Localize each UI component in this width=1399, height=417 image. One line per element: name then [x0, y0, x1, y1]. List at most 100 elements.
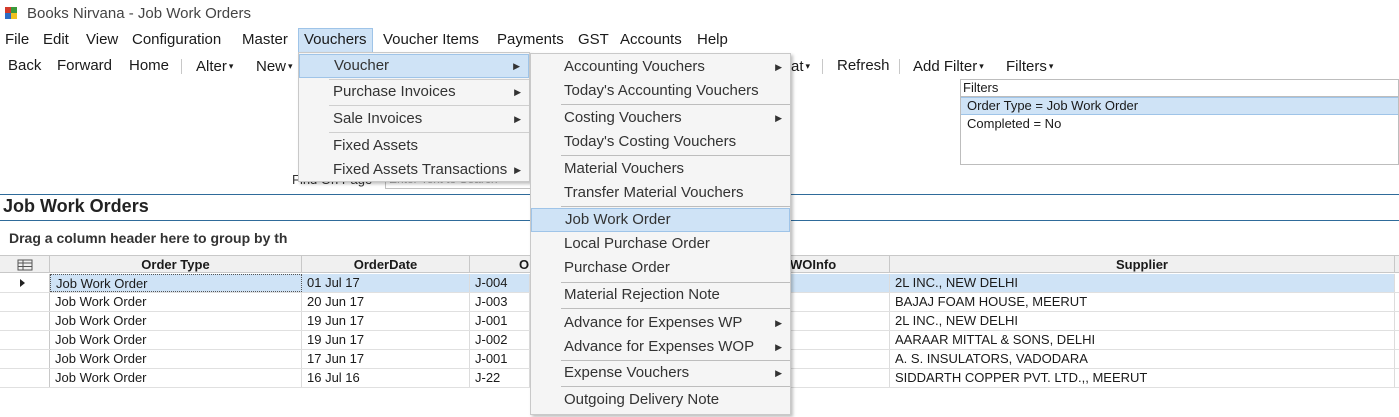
cell-order-type[interactable]: Job Work Order: [50, 293, 302, 311]
menu-item-fixed-assets-transactions[interactable]: Fixed Assets Transactions ▶: [299, 158, 529, 182]
cell-order-no[interactable]: J-22: [470, 369, 530, 387]
cell-order-type[interactable]: Job Work Order: [50, 350, 302, 368]
menu-divider: [329, 132, 529, 133]
group-by-hint[interactable]: Drag a column header here to group by th: [9, 230, 287, 246]
menu-master[interactable]: Master: [237, 28, 293, 52]
cell-wo-info[interactable]: [791, 274, 890, 292]
cell-order-no[interactable]: J-001: [470, 350, 530, 368]
menu-gst[interactable]: GST: [573, 28, 614, 52]
row-indicator: [0, 331, 50, 349]
filters-button[interactable]: Filters ▾: [1006, 54, 1053, 78]
app-logo-icon: [4, 6, 18, 20]
cell-order-date[interactable]: 01 Jul 17: [302, 274, 470, 292]
menu-item-todays-accounting-vouchers[interactable]: Today's Accounting Vouchers: [531, 79, 790, 103]
cell-supplier[interactable]: AARAAR MITTAL & SONS, DELHI: [890, 331, 1395, 349]
menu-help[interactable]: Help: [692, 28, 733, 52]
menu-item-transfer-material-vouchers[interactable]: Transfer Material Vouchers: [531, 181, 790, 205]
cell-order-date[interactable]: 17 Jun 17: [302, 350, 470, 368]
add-filter-button[interactable]: Add Filter ▾: [913, 54, 984, 78]
forward-button[interactable]: Forward: [57, 54, 112, 78]
toolbar-divider: [181, 59, 182, 74]
menu-edit[interactable]: Edit: [38, 28, 74, 52]
home-button[interactable]: Home: [129, 54, 169, 78]
menu-item-label: Accounting Vouchers: [564, 58, 705, 75]
filter-item[interactable]: Completed = No: [961, 115, 1398, 133]
menu-file[interactable]: File: [0, 28, 34, 52]
menu-item-local-purchase-order[interactable]: Local Purchase Order: [531, 232, 790, 256]
menu-item-accounting-vouchers[interactable]: Accounting Vouchers ▶: [531, 55, 790, 79]
cell-order-no[interactable]: J-001: [470, 312, 530, 330]
cell-supplier[interactable]: A. S. INSULATORS, VADODARA: [890, 350, 1395, 368]
menu-item-purchase-order[interactable]: Purchase Order: [531, 256, 790, 280]
cell-wo-info[interactable]: [791, 312, 890, 330]
back-button[interactable]: Back: [8, 54, 41, 78]
window-title: Books Nirvana - Job Work Orders: [27, 4, 251, 22]
menu-divider: [561, 206, 790, 207]
cell-order-type[interactable]: Job Work Order: [50, 369, 302, 387]
cell-order-type[interactable]: Job Work Order: [50, 274, 302, 292]
menu-item-material-vouchers[interactable]: Material Vouchers: [531, 157, 790, 181]
menu-item-todays-costing-vouchers[interactable]: Today's Costing Vouchers: [531, 130, 790, 154]
filters-list: Order Type = Job Work Order Completed = …: [960, 97, 1399, 165]
menu-item-label: Voucher: [334, 57, 390, 74]
menu-configuration[interactable]: Configuration: [127, 28, 226, 52]
cell-order-date[interactable]: 19 Jun 17: [302, 331, 470, 349]
format-button[interactable]: at ▾: [791, 54, 810, 78]
column-header-order-date[interactable]: OrderDate: [302, 256, 470, 273]
cell-order-no[interactable]: J-004: [470, 274, 530, 292]
cell-order-type[interactable]: Job Work Order: [50, 331, 302, 349]
cell-order-type[interactable]: Job Work Order: [50, 312, 302, 330]
cell-wo-info[interactable]: [791, 331, 890, 349]
filter-item[interactable]: Order Type = Job Work Order: [961, 97, 1398, 115]
menu-item-outgoing-delivery-note[interactable]: Outgoing Delivery Note: [531, 388, 790, 412]
menu-view[interactable]: View: [81, 28, 123, 52]
menu-accounts[interactable]: Accounts: [615, 28, 687, 52]
alter-button[interactable]: Alter ▾: [196, 54, 233, 78]
cell-order-no[interactable]: J-003: [470, 293, 530, 311]
menu-item-costing-vouchers[interactable]: Costing Vouchers ▶: [531, 106, 790, 130]
row-indicator: [0, 293, 50, 311]
chevron-down-icon: ▾: [228, 61, 234, 71]
cell-order-date[interactable]: 19 Jun 17: [302, 312, 470, 330]
refresh-button[interactable]: Refresh: [837, 54, 890, 78]
menu-item-job-work-order[interactable]: Job Work Order: [531, 208, 790, 232]
new-button[interactable]: New ▾: [256, 54, 293, 78]
menu-item-label: Advance for Expenses WP: [564, 314, 743, 331]
cell-wo-info[interactable]: [791, 350, 890, 368]
menu-item-fixed-assets[interactable]: Fixed Assets: [299, 134, 529, 158]
chevron-down-icon: ▾: [979, 61, 984, 71]
menu-vouchers[interactable]: Vouchers: [298, 28, 373, 52]
toolbar-divider: [822, 59, 823, 74]
column-header-order-type[interactable]: Order Type: [50, 256, 302, 273]
cell-order-date[interactable]: 16 Jul 16: [302, 369, 470, 387]
menu-item-material-rejection-note[interactable]: Material Rejection Note: [531, 283, 790, 307]
submenu-arrow-icon: ▶: [775, 318, 782, 328]
menu-voucher-items[interactable]: Voucher Items: [378, 28, 484, 52]
menu-item-expense-vouchers[interactable]: Expense Vouchers ▶: [531, 361, 790, 385]
alter-label: Alter: [196, 58, 227, 75]
column-chooser-icon[interactable]: [0, 256, 50, 273]
menu-item-purchase-invoices[interactable]: Purchase Invoices ▶: [299, 80, 529, 104]
submenu-arrow-icon: ▶: [514, 114, 521, 124]
cell-supplier[interactable]: SIDDARTH COPPER PVT. LTD.,, MEERUT: [890, 369, 1395, 387]
submenu-arrow-icon: ▶: [775, 62, 782, 72]
submenu-arrow-icon: ▶: [513, 61, 520, 71]
cell-order-date[interactable]: 20 Jun 17: [302, 293, 470, 311]
row-indicator: [0, 369, 50, 387]
cell-supplier[interactable]: 2L INC., NEW DELHI: [890, 274, 1395, 292]
cell-wo-info[interactable]: [791, 369, 890, 387]
chevron-down-icon: ▾: [805, 61, 811, 71]
menu-divider: [329, 105, 529, 106]
current-row-arrow-icon: [20, 279, 25, 287]
cell-wo-info[interactable]: [791, 293, 890, 311]
page-title: Job Work Orders: [3, 196, 149, 216]
menu-item-advance-for-expenses-wp[interactable]: Advance for Expenses WP ▶: [531, 311, 790, 335]
menu-payments[interactable]: Payments: [492, 28, 569, 52]
menu-item-voucher[interactable]: Voucher ▶: [299, 54, 529, 78]
cell-supplier[interactable]: 2L INC., NEW DELHI: [890, 312, 1395, 330]
menu-item-advance-for-expenses-wop[interactable]: Advance for Expenses WOP ▶: [531, 335, 790, 359]
cell-order-no[interactable]: J-002: [470, 331, 530, 349]
cell-supplier[interactable]: BAJAJ FOAM HOUSE, MEERUT: [890, 293, 1395, 311]
column-header-supplier[interactable]: Supplier: [890, 256, 1395, 273]
menu-item-sale-invoices[interactable]: Sale Invoices ▶: [299, 107, 529, 131]
